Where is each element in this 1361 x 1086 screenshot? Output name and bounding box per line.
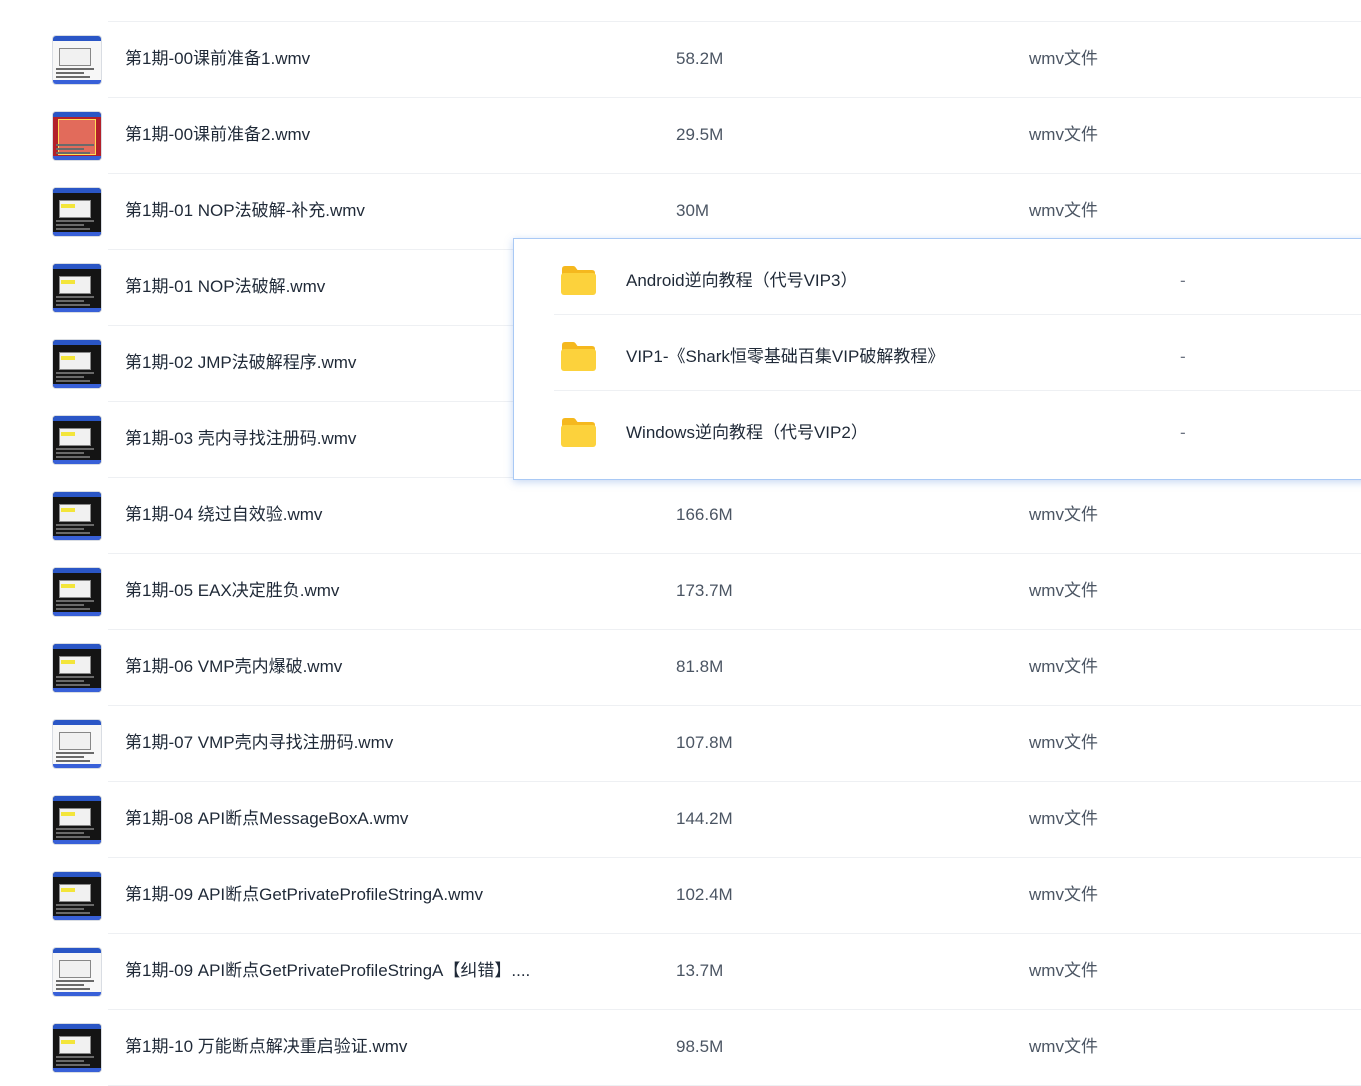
file-size: 144.2M bbox=[676, 809, 733, 828]
video-thumbnail bbox=[53, 1024, 101, 1072]
folder-dropdown-popup: Android逆向教程（代号VIP3） - VIP1-《Shark恒零基础百集VIP… bbox=[513, 238, 1361, 480]
file-size: 81.8M bbox=[676, 657, 724, 676]
file-name[interactable]: 第1期-01 NOP法破解.wmv bbox=[125, 276, 325, 298]
file-type: wmv文件 bbox=[1029, 733, 1098, 752]
folder-icon bbox=[560, 341, 597, 372]
folder-row[interactable]: Windows逆向教程（代号VIP2） - bbox=[514, 391, 1361, 467]
file-type: wmv文件 bbox=[1029, 505, 1098, 524]
file-size: 13.7M bbox=[676, 961, 724, 980]
folder-icon bbox=[560, 417, 597, 448]
file-name[interactable]: 第1期-01 NOP法破解-补充.wmv bbox=[125, 200, 365, 222]
file-type: wmv文件 bbox=[1029, 885, 1098, 904]
file-name[interactable]: 第1期-10 万能断点解决重启验证.wmv bbox=[125, 1036, 407, 1058]
file-name[interactable]: 第1期-06 VMP壳内爆破.wmv bbox=[125, 656, 342, 678]
file-name[interactable]: 第1期-08 API断点MessageBoxA.wmv bbox=[125, 808, 408, 830]
file-size: 29.5M bbox=[676, 125, 724, 144]
file-type: wmv文件 bbox=[1029, 581, 1098, 600]
file-row[interactable]: 第1期-04 绕过自效验.wmv 166.6M wmv文件 bbox=[0, 478, 1361, 554]
file-name[interactable]: 第1期-00课前准备2.wmv bbox=[125, 124, 310, 146]
file-row[interactable]: 第1期-09 API断点GetPrivateProfileStringA【纠错】… bbox=[0, 934, 1361, 1010]
file-name[interactable]: 第1期-00课前准备1.wmv bbox=[125, 48, 310, 70]
file-size: 102.4M bbox=[676, 885, 733, 904]
video-thumbnail bbox=[53, 796, 101, 844]
file-size: 58.2M bbox=[676, 49, 724, 68]
folder-size: - bbox=[1180, 347, 1186, 366]
folder-row[interactable]: VIP1-《Shark恒零基础百集VIP破解教程》 - bbox=[514, 315, 1361, 391]
file-type: wmv文件 bbox=[1029, 201, 1098, 220]
file-row[interactable]: 第1期-10 万能断点解决重启验证.wmv 98.5M wmv文件 bbox=[0, 1010, 1361, 1086]
video-thumbnail bbox=[53, 872, 101, 920]
folder-size: - bbox=[1180, 423, 1186, 442]
file-row[interactable]: 第1期-00课前准备1.wmv 58.2M wmv文件 bbox=[0, 22, 1361, 98]
folder-name[interactable]: Windows逆向教程（代号VIP2） bbox=[626, 422, 868, 444]
folder-row[interactable]: Android逆向教程（代号VIP3） - bbox=[514, 239, 1361, 315]
video-thumbnail bbox=[53, 340, 101, 388]
file-row[interactable]: 第1期-08 API断点MessageBoxA.wmv 144.2M wmv文件 bbox=[0, 782, 1361, 858]
file-type: wmv文件 bbox=[1029, 809, 1098, 828]
file-type: wmv文件 bbox=[1029, 125, 1098, 144]
file-type: wmv文件 bbox=[1029, 49, 1098, 68]
folder-size: - bbox=[1180, 271, 1186, 290]
file-row[interactable]: 第1期-05 EAX决定胜负.wmv 173.7M wmv文件 bbox=[0, 554, 1361, 630]
video-thumbnail bbox=[53, 948, 101, 996]
folder-icon bbox=[560, 265, 597, 296]
video-thumbnail bbox=[53, 36, 101, 84]
file-type: wmv文件 bbox=[1029, 1037, 1098, 1056]
file-size: 98.5M bbox=[676, 1037, 724, 1056]
file-name[interactable]: 第1期-07 VMP壳内寻找注册码.wmv bbox=[125, 732, 393, 754]
file-name[interactable]: 第1期-03 壳内寻找注册码.wmv bbox=[125, 428, 356, 450]
file-type: wmv文件 bbox=[1029, 961, 1098, 980]
file-size: 166.6M bbox=[676, 505, 733, 524]
folder-name[interactable]: VIP1-《Shark恒零基础百集VIP破解教程》 bbox=[626, 346, 944, 368]
file-row[interactable]: 第1期-07 VMP壳内寻找注册码.wmv 107.8M wmv文件 bbox=[0, 706, 1361, 782]
file-name[interactable]: 第1期-02 JMP法破解程序.wmv bbox=[125, 352, 356, 374]
file-name[interactable]: 第1期-09 API断点GetPrivateProfileStringA【纠错】… bbox=[125, 960, 530, 982]
video-thumbnail bbox=[53, 644, 101, 692]
file-row[interactable]: 第1期-09 API断点GetPrivateProfileStringA.wmv… bbox=[0, 858, 1361, 934]
video-thumbnail bbox=[53, 720, 101, 768]
file-row[interactable]: 第1期-00课前准备2.wmv 29.5M wmv文件 bbox=[0, 98, 1361, 174]
file-name[interactable]: 第1期-04 绕过自效验.wmv bbox=[125, 504, 322, 526]
file-size: 107.8M bbox=[676, 733, 733, 752]
video-thumbnail bbox=[53, 264, 101, 312]
file-list: 第1期-00课前准备1.wmv 58.2M wmv文件 第1期-00课前准备2.wmv… bbox=[0, 0, 1361, 1086]
file-type: wmv文件 bbox=[1029, 657, 1098, 676]
file-row[interactable]: 第1期-06 VMP壳内爆破.wmv 81.8M wmv文件 bbox=[0, 630, 1361, 706]
video-thumbnail bbox=[53, 416, 101, 464]
video-thumbnail bbox=[53, 492, 101, 540]
folder-name[interactable]: Android逆向教程（代号VIP3） bbox=[626, 270, 857, 292]
file-size: 30M bbox=[676, 201, 710, 220]
video-thumbnail bbox=[53, 568, 101, 616]
file-name[interactable]: 第1期-09 API断点GetPrivateProfileStringA.wmv bbox=[125, 884, 483, 906]
video-thumbnail bbox=[53, 112, 101, 160]
file-size: 173.7M bbox=[676, 581, 733, 600]
file-name[interactable]: 第1期-05 EAX决定胜负.wmv bbox=[125, 580, 339, 602]
video-thumbnail bbox=[53, 188, 101, 236]
